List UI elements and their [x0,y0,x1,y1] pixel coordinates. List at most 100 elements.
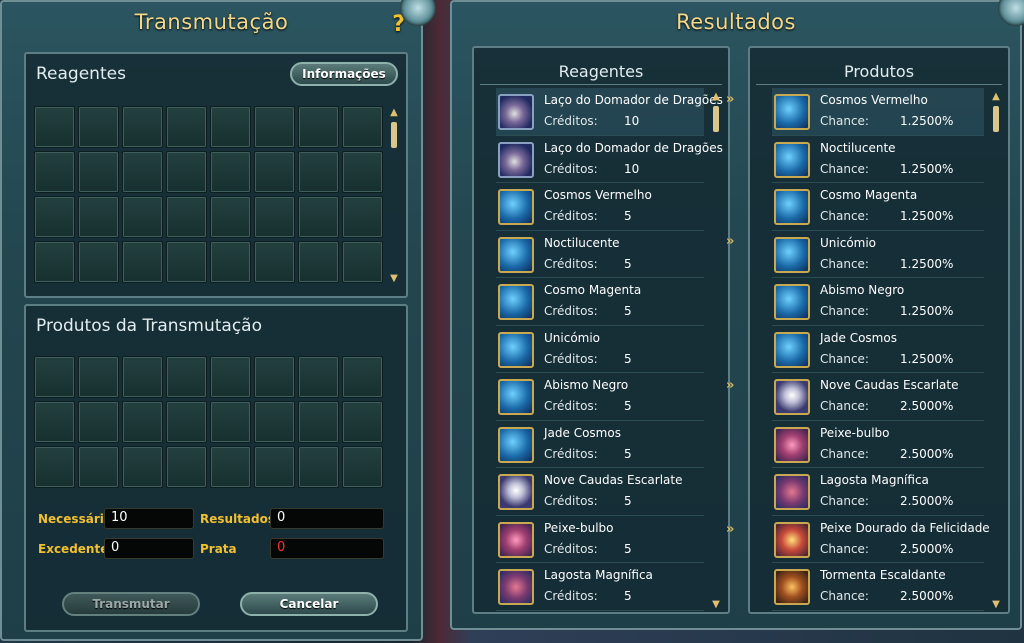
item-slot[interactable] [122,241,163,283]
scroll-thumb[interactable] [391,122,397,148]
list-item[interactable]: Cosmo Magenta Chance: 1.2500% [772,183,984,231]
item-slot[interactable] [78,446,119,488]
item-slot[interactable] [78,401,119,443]
item-slot[interactable] [254,356,295,398]
item-slot[interactable] [122,151,163,193]
item-slot[interactable] [298,401,339,443]
item-slot[interactable] [298,356,339,398]
item-slot[interactable] [78,241,119,283]
scroll-up-icon[interactable]: ▲ [388,108,400,118]
item-slot[interactable] [210,356,251,398]
chevron-right-icon: » [726,92,735,107]
item-slot[interactable] [166,356,207,398]
list-item[interactable]: Laço do Domador de Dragões Créditos: 10 [496,136,723,183]
item-slot[interactable] [34,356,75,398]
item-slot[interactable] [210,151,251,193]
item-slot[interactable] [210,446,251,488]
item-slot[interactable] [166,446,207,488]
item-slot[interactable] [210,401,251,443]
list-item[interactable]: Cosmos Vermelho Chance: 1.2500% [772,88,984,136]
item-slot[interactable] [210,241,251,283]
item-slot[interactable] [342,196,383,238]
scroll-up-icon[interactable]: ▲ [710,92,722,102]
list-item[interactable]: Noctilucente Créditos: 5 [496,231,704,278]
list-item[interactable]: Noctilucente Chance: 1.2500% [772,136,984,183]
item-slot[interactable] [166,196,207,238]
list-item[interactable]: Abismo Negro Chance: 1.2500% [772,278,984,326]
list-item[interactable]: Nove Caudas Escarlate Chance: 2.5000% [772,373,984,421]
item-slot[interactable] [342,401,383,443]
list-item[interactable]: Abismo Negro Créditos: 5 [496,373,704,421]
list-item[interactable]: Jade Cosmos Créditos: 5 [496,421,704,468]
cancel-button[interactable]: Cancelar [240,592,378,616]
item-slot[interactable] [254,401,295,443]
item-slot[interactable] [210,196,251,238]
item-slot[interactable] [34,106,75,148]
item-icon [498,426,534,463]
item-slot[interactable] [34,446,75,488]
item-slot[interactable] [254,241,295,283]
transmute-button[interactable]: Transmutar [62,592,200,616]
item-slot[interactable] [78,106,119,148]
item-slot[interactable] [78,356,119,398]
list-item[interactable]: Cosmos Vermelho Créditos: 5 [496,183,704,231]
item-slot[interactable] [342,106,383,148]
item-slot[interactable] [34,151,75,193]
scroll-down-icon[interactable]: ▼ [710,600,722,610]
item-slot[interactable] [342,241,383,283]
item-slot[interactable] [122,196,163,238]
item-slot[interactable] [254,446,295,488]
reagents-panel: Reagentes Informações ▲ ▼ [24,52,408,298]
item-slot[interactable] [122,106,163,148]
item-slot[interactable] [166,401,207,443]
reagents-scrollbar[interactable]: ▲ ▼ [388,108,400,284]
item-slot[interactable] [254,151,295,193]
item-slot[interactable] [298,241,339,283]
item-slot[interactable] [298,446,339,488]
item-slot[interactable] [122,446,163,488]
item-slot[interactable] [34,196,75,238]
item-slot[interactable] [342,446,383,488]
list-item[interactable]: Tormenta Escaldante Chance: 2.5000% [772,563,984,611]
scroll-thumb[interactable] [713,106,719,132]
item-slot[interactable] [34,241,75,283]
item-slot[interactable] [254,106,295,148]
list-item[interactable]: Nove Caudas Escarlate Créditos: 5 [496,468,704,516]
list-item[interactable]: Peixe-bulbo Chance: 2.5000% [772,421,984,468]
list-item[interactable]: Laço do Domador de Dragões Créditos: 10 [496,88,723,136]
item-slot[interactable] [210,106,251,148]
list-item[interactable]: Cosmo Magenta Créditos: 5 [496,278,704,326]
item-slot[interactable] [122,356,163,398]
item-slot[interactable] [166,106,207,148]
list-item[interactable]: Unicómio Créditos: 5 [496,326,704,373]
item-stat-label: Créditos: [544,351,598,366]
product-slot-grid [34,356,383,488]
list-item[interactable]: Lagosta Magnífica Créditos: 5 [496,563,704,611]
scroll-down-icon[interactable]: ▼ [388,274,400,284]
products-list-scrollbar[interactable]: ▲ ▼ [990,92,1002,610]
item-slot[interactable] [166,241,207,283]
item-slot[interactable] [342,356,383,398]
item-slot[interactable] [298,196,339,238]
scroll-down-icon[interactable]: ▼ [990,600,1002,610]
info-button[interactable]: Informações [290,62,398,86]
item-slot[interactable] [254,196,295,238]
item-stat-value: 5 [624,304,632,318]
item-slot[interactable] [78,151,119,193]
list-item[interactable]: Peixe-bulbo Créditos: 5 [496,516,704,563]
list-item[interactable]: Lagosta Magnífica Chance: 2.5000% [772,468,984,516]
item-slot[interactable] [122,401,163,443]
scroll-up-icon[interactable]: ▲ [990,92,1002,102]
item-slot[interactable] [298,106,339,148]
item-slot[interactable] [34,401,75,443]
item-slot[interactable] [166,151,207,193]
reagents-list-scrollbar[interactable]: ▲ ▼ [710,92,722,610]
item-icon [774,236,810,273]
item-slot[interactable] [342,151,383,193]
list-item[interactable]: Unicómio Chance: 1.2500% [772,231,984,278]
list-item[interactable]: Jade Cosmos Chance: 1.2500% [772,326,984,373]
item-slot[interactable] [298,151,339,193]
item-slot[interactable] [78,196,119,238]
scroll-thumb[interactable] [993,106,999,132]
list-item[interactable]: Peixe Dourado da Felicidade Chance: 2.5000… [772,516,990,563]
